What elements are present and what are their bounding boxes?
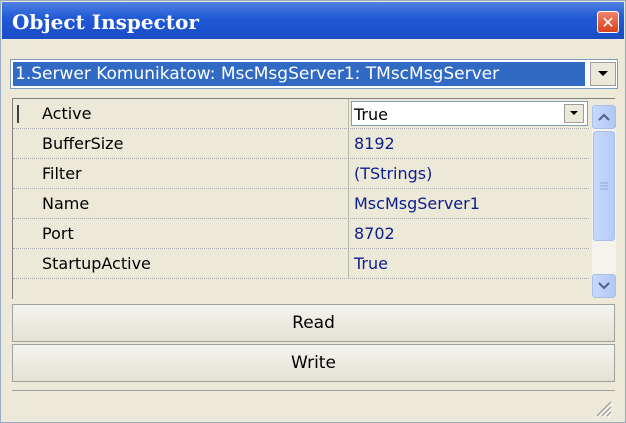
property-name: Active (13, 99, 349, 128)
close-icon: ✕ (601, 12, 615, 32)
property-grid-scrollbar[interactable] (592, 105, 616, 298)
property-row[interactable]: Name MscMsgServer1 (13, 189, 589, 219)
property-value[interactable]: 8192 (350, 129, 589, 158)
property-row[interactable]: Filter (TStrings) (13, 159, 589, 189)
property-value[interactable]: (TStrings) (350, 159, 589, 188)
property-row[interactable]: BufferSize 8192 (13, 129, 589, 159)
grip-lines-icon (600, 182, 608, 190)
object-selector-combo[interactable]: 1.Serwer Komunikatow: MscMsgServer1: TMs… (10, 59, 618, 89)
object-selector-dropdown-button[interactable] (590, 62, 616, 86)
property-name: Port (13, 219, 349, 248)
title-bar[interactable]: Object Inspector ✕ (2, 2, 624, 39)
property-value[interactable]: 8702 (350, 219, 589, 248)
property-value-editor[interactable]: True (351, 101, 588, 126)
property-value: True (354, 105, 388, 124)
property-row[interactable]: Active True (13, 99, 589, 129)
property-name: Filter (13, 159, 349, 188)
property-grid: Active True BufferSize 8192 Filter (TStr… (12, 98, 616, 299)
status-bar (12, 390, 615, 420)
object-selector-value: 1.Serwer Komunikatow: MscMsgServer1: TMs… (13, 62, 585, 86)
resize-grip-icon[interactable] (593, 398, 613, 418)
scroll-thumb[interactable] (593, 131, 615, 241)
property-name: BufferSize (13, 129, 349, 158)
property-row[interactable]: Port 8702 (13, 219, 589, 249)
chevron-down-icon (598, 282, 610, 290)
chevron-up-icon (598, 113, 610, 121)
object-inspector-window: Object Inspector ✕ 1.Serwer Komunikatow:… (0, 0, 626, 423)
window-title: Object Inspector (12, 10, 199, 34)
scroll-up-button[interactable] (592, 105, 616, 129)
scroll-down-button[interactable] (592, 274, 616, 298)
write-button[interactable]: Write (12, 344, 615, 382)
property-value[interactable]: MscMsgServer1 (350, 189, 589, 218)
property-row[interactable]: StartupActive True (13, 249, 589, 279)
property-name: Name (13, 189, 349, 218)
property-name: StartupActive (13, 249, 349, 278)
chevron-down-icon (598, 71, 608, 76)
read-button[interactable]: Read (12, 304, 615, 342)
chevron-down-icon (570, 111, 578, 115)
property-value[interactable]: True (350, 249, 589, 278)
value-dropdown-button[interactable] (564, 104, 584, 123)
close-button[interactable]: ✕ (597, 11, 619, 33)
